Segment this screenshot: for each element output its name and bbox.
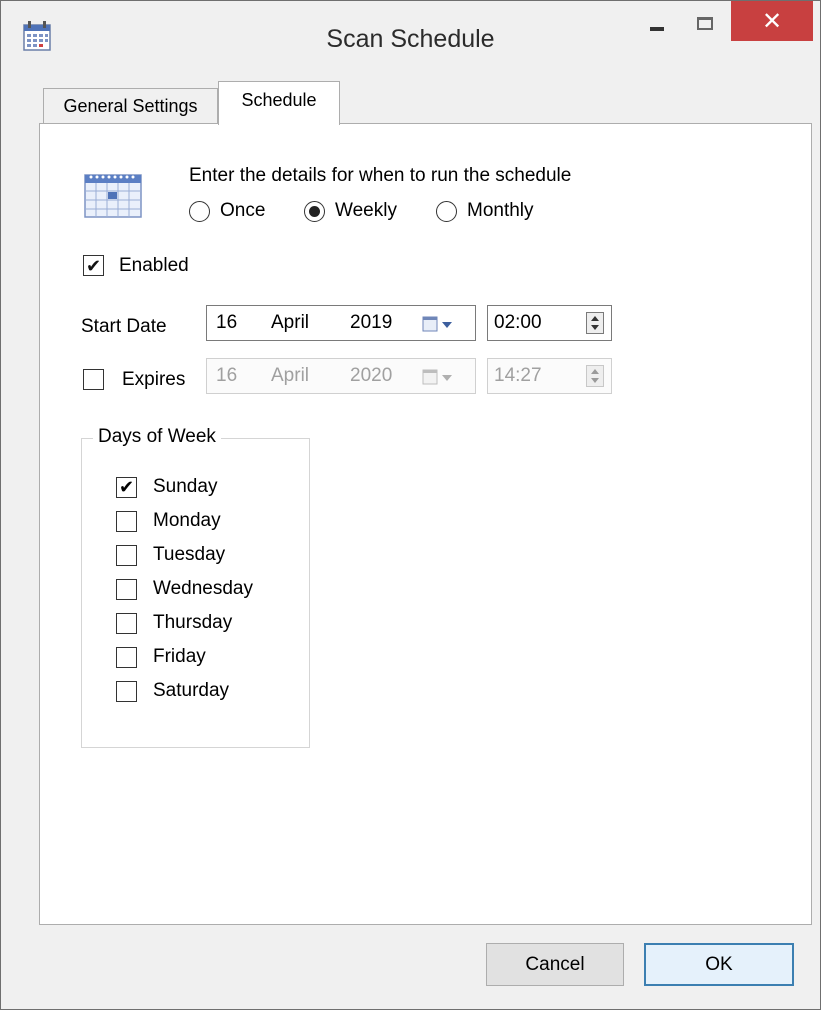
start-time-spinner[interactable]	[586, 312, 604, 334]
day-checkbox[interactable]: ✔	[116, 476, 137, 498]
day-label: Monday	[153, 510, 221, 531]
radio-once-circle[interactable]	[189, 200, 210, 222]
day-thursday[interactable]: Thursday	[116, 612, 232, 634]
tab-general-settings[interactable]: General Settings	[43, 88, 218, 124]
day-label: Friday	[153, 646, 206, 667]
day-saturday[interactable]: Saturday	[116, 680, 229, 702]
tab-label: Schedule	[241, 90, 317, 110]
radio-label: Weekly	[335, 200, 397, 221]
calendar-icon	[84, 174, 142, 218]
cancel-button[interactable]: Cancel	[486, 943, 624, 986]
day-tuesday[interactable]: Tuesday	[116, 544, 225, 566]
start-year[interactable]: 2019	[350, 312, 392, 334]
radio-once[interactable]: Once	[189, 200, 265, 222]
expires-time-picker[interactable]: 14:27	[487, 358, 612, 394]
enabled-label: Enabled	[119, 255, 189, 276]
tab-schedule[interactable]: Schedule	[218, 81, 340, 125]
schedule-prompt: Enter the details for when to run the sc…	[189, 165, 572, 186]
day-label: Wednesday	[153, 578, 253, 599]
days-of-week-title: Days of Week	[93, 426, 221, 448]
minimize-button[interactable]	[629, 1, 685, 49]
day-friday[interactable]: Friday	[116, 646, 206, 668]
radio-monthly[interactable]: Monthly	[436, 200, 534, 222]
start-month[interactable]: April	[271, 312, 309, 334]
day-label: Sunday	[153, 476, 218, 497]
expires-time: 14:27	[494, 365, 542, 386]
maximize-button[interactable]	[685, 1, 725, 49]
close-button[interactable]: ✕	[731, 1, 813, 41]
day-label: Saturday	[153, 680, 230, 701]
day-monday[interactable]: Monday	[116, 510, 221, 532]
expires-date-picker[interactable]: 16 April 2020	[206, 358, 476, 394]
day-checkbox[interactable]	[116, 510, 137, 532]
expires-time-spinner	[586, 365, 604, 387]
radio-label: Monthly	[467, 200, 534, 221]
day-checkbox[interactable]	[116, 680, 137, 702]
day-checkbox[interactable]	[116, 612, 137, 634]
day-label: Tuesday	[153, 544, 226, 565]
radio-weekly-circle[interactable]	[304, 200, 325, 222]
radio-label: Once	[220, 200, 266, 221]
start-time-picker[interactable]: 02:00	[487, 305, 612, 341]
expires-label: Expires	[122, 369, 186, 390]
radio-monthly-circle[interactable]	[436, 200, 457, 222]
radio-weekly[interactable]: Weekly	[304, 200, 397, 222]
day-label: Thursday	[153, 612, 233, 633]
day-sunday[interactable]: ✔ Sunday	[116, 476, 217, 498]
enabled-checkbox[interactable]: ✔	[83, 255, 104, 276]
start-time[interactable]: 02:00	[494, 312, 542, 334]
maximize-icon	[697, 16, 713, 30]
ok-button[interactable]: OK	[644, 943, 794, 986]
start-day[interactable]: 16	[216, 312, 237, 334]
expires-day: 16	[216, 365, 238, 386]
title-bar[interactable]: Scan Schedule ✕	[1, 1, 820, 81]
day-wednesday[interactable]: Wednesday	[116, 578, 253, 600]
tab-label: General Settings	[63, 96, 198, 116]
minimize-icon	[650, 27, 664, 31]
close-icon: ✕	[761, 7, 783, 35]
scan-schedule-window: Scan Schedule ✕ General Settings Schedul…	[0, 0, 821, 1010]
expires-month: April	[271, 365, 310, 386]
day-checkbox[interactable]	[116, 646, 137, 668]
calendar-dropdown-icon[interactable]	[421, 314, 457, 334]
calendar-dropdown-icon	[422, 369, 452, 385]
expires-year: 2020	[350, 365, 393, 386]
start-date-label: Start Date	[81, 316, 167, 337]
start-date-picker[interactable]: 16 April 2019	[206, 305, 476, 341]
day-checkbox[interactable]	[116, 544, 137, 566]
day-checkbox[interactable]	[116, 578, 137, 600]
expires-checkbox[interactable]	[83, 369, 104, 390]
